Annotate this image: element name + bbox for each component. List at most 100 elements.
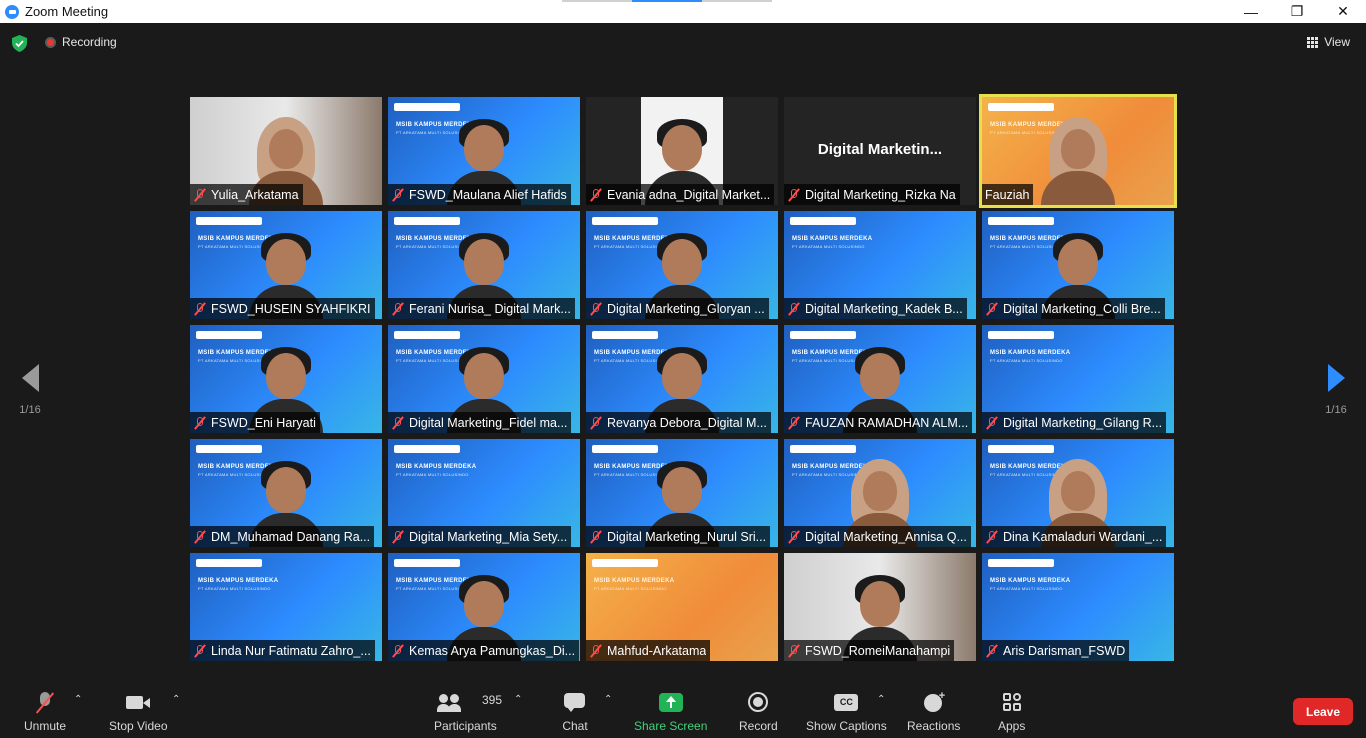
sponsor-logos-banner (592, 445, 658, 453)
participant-name: Digital Marketing_Rizka Na (805, 187, 956, 202)
participant-name-tag: Fauziah (982, 184, 1034, 205)
participant-name: FSWD_Eni Haryati (211, 415, 316, 430)
participant-name-tag: Digital Marketing_Annisa Q... (784, 526, 971, 547)
share-screen-button[interactable]: Share Screen (634, 692, 707, 733)
participant-video-tile[interactable]: MSIB KAMPUS MERDEKA PT ARKATAMA MULTI SOL… (784, 325, 976, 433)
chat-options-chevron-icon[interactable]: ⌃ (604, 694, 612, 705)
view-button[interactable]: View (1307, 35, 1350, 49)
participant-video-tile[interactable]: MSIB KAMPUS MERDEKA PT ARKATAMA MULTI SOL… (982, 439, 1174, 547)
reactions-smiley-icon: + (921, 690, 947, 714)
participant-name: Yulia_Arkatama (211, 187, 299, 202)
sponsor-logos-banner (394, 331, 460, 339)
participant-video-tile[interactable]: MSIB KAMPUS MERDEKA PT ARKATAMA MULTI SOL… (388, 325, 580, 433)
window-title: Zoom Meeting (25, 4, 109, 19)
participant-name: Digital Marketing_Fidel ma... (409, 415, 568, 430)
participant-video-tile[interactable]: MSIB KAMPUS MERDEKA PT ARKATAMA MULTI SOL… (586, 553, 778, 661)
participant-video-tile[interactable]: MSIB KAMPUS MERDEKA PT ARKATAMA MULTI SOL… (982, 553, 1174, 661)
muted-microphone-icon (391, 301, 405, 316)
background-subtitle: PT ARKATAMA MULTI SOLUSINDO (990, 358, 1063, 363)
sponsor-logos-banner (988, 559, 1054, 567)
right-arrow-icon (1327, 364, 1345, 392)
reactions-label: Reactions (907, 719, 961, 733)
participant-name: FSWD_HUSEIN SYAHFIKRI (211, 301, 371, 316)
virtual-background-text: MSIB KAMPUS MERDEKA PT ARKATAMA MULTI SOL… (990, 349, 1070, 365)
participant-video-tile[interactable]: MSIB KAMPUS MERDEKA PT ARKATAMA MULTI SOL… (388, 553, 580, 661)
participant-name: Digital Marketing_Colli Bre... (1003, 301, 1161, 316)
show-captions-button[interactable]: CC Show Captions (806, 692, 887, 733)
muted-microphone-icon (589, 643, 603, 658)
participant-video-tile[interactable]: MSIB KAMPUS MERDEKA PT ARKATAMA MULTI SOL… (586, 325, 778, 433)
participant-video-tile[interactable]: Evania adna_Digital Market... (586, 97, 778, 205)
grid-view-icon (1307, 36, 1319, 48)
participant-video-tile[interactable]: FSWD_RomeiManahampi (784, 553, 976, 661)
participant-video-tile[interactable]: Digital Marketin... Digital Marketing_Riz… (784, 97, 976, 205)
participant-name: Digital Marketing_Annisa Q... (805, 529, 967, 544)
sponsor-logos-banner (196, 217, 262, 225)
recording-indicator[interactable]: Recording (45, 35, 117, 49)
participant-video-tile[interactable]: MSIB KAMPUS MERDEKA PT ARKATAMA MULTI SOL… (388, 211, 580, 319)
participant-video-tile[interactable]: MSIB KAMPUS MERDEKA PT ARKATAMA MULTI SOL… (190, 325, 382, 433)
captions-options-chevron-icon[interactable]: ⌃ (877, 694, 885, 705)
participant-name-tag: Digital Marketing_Rizka Na (784, 184, 960, 205)
participant-name-tag: Digital Marketing_Nurul Sri... (586, 526, 771, 547)
muted-microphone-icon (787, 301, 801, 316)
participant-name: Fauziah (985, 187, 1030, 202)
background-title: MSIB KAMPUS MERDEKA (990, 578, 1071, 584)
share-screen-icon (658, 692, 684, 714)
record-button[interactable]: Record (739, 692, 778, 733)
video-options-chevron-icon[interactable]: ⌃ (172, 694, 180, 705)
participant-name: DM_Muhamad Danang Ra... (211, 529, 371, 544)
participant-name: Revanya Debora_Digital M... (607, 415, 767, 430)
stop-video-label: Stop Video (109, 719, 168, 733)
apps-button[interactable]: Apps (998, 692, 1025, 733)
participant-name-tag: FSWD_Maulana Alief Hafids (388, 184, 571, 205)
previous-page-button[interactable]: 1/16 (10, 364, 50, 416)
unmute-button[interactable]: Unmute (24, 692, 66, 733)
participant-name-tag: DM_Muhamad Danang Ra... (190, 526, 375, 547)
maximize-button[interactable]: ❐ (1274, 0, 1320, 23)
participant-video-tile[interactable]: MSIB KAMPUS MERDEKA PT ARKATAMA MULTI SOL… (190, 553, 382, 661)
participant-name: Evania adna_Digital Market... (607, 187, 771, 202)
participant-center-name: Digital Marketin... (817, 141, 943, 158)
participant-name-tag: Aris Darisman_FSWD (982, 640, 1130, 661)
video-camera-icon (125, 692, 151, 714)
sponsor-logos-banner (592, 331, 658, 339)
participant-video-tile[interactable]: MSIB KAMPUS MERDEKA PT ARKATAMA MULTI SOL… (982, 211, 1174, 319)
participant-video-tile[interactable]: MSIB KAMPUS MERDEKA PT ARKATAMA MULTI SOL… (979, 94, 1177, 208)
show-captions-label: Show Captions (806, 719, 887, 733)
participant-video-tile[interactable]: MSIB KAMPUS MERDEKA PT ARKATAMA MULTI SOL… (190, 439, 382, 547)
participant-video-feed (1041, 113, 1115, 205)
participant-video-tile[interactable]: MSIB KAMPUS MERDEKA PT ARKATAMA MULTI SOL… (586, 211, 778, 319)
participant-video-tile[interactable]: MSIB KAMPUS MERDEKA PT ARKATAMA MULTI SOL… (388, 97, 580, 205)
page-indicator-right: 1/16 (1325, 404, 1347, 416)
participant-name-tag: Evania adna_Digital Market... (586, 184, 775, 205)
participants-icon (437, 692, 463, 714)
participant-video-tile[interactable]: MSIB KAMPUS MERDEKA PT ARKATAMA MULTI SOL… (784, 439, 976, 547)
sponsor-logos-banner (394, 103, 460, 111)
sponsor-logos-banner (790, 445, 856, 453)
participant-name: Digital Marketing_Gilang R... (1003, 415, 1163, 430)
audio-options-chevron-icon[interactable]: ⌃ (74, 694, 82, 705)
next-page-button[interactable]: 1/16 (1316, 364, 1356, 416)
muted-microphone-icon (391, 529, 405, 544)
sponsor-logos-banner (394, 559, 460, 567)
window-controls: — ❐ ✕ (1228, 0, 1366, 23)
reactions-button[interactable]: + Reactions (907, 690, 961, 733)
close-button[interactable]: ✕ (1320, 0, 1366, 23)
participant-video-tile[interactable]: MSIB KAMPUS MERDEKA PT ARKATAMA MULTI SOL… (784, 211, 976, 319)
leave-meeting-button[interactable]: Leave (1293, 698, 1353, 725)
participants-options-chevron-icon[interactable]: ⌃ (514, 694, 522, 705)
security-shield-icon[interactable] (12, 35, 27, 52)
participant-video-tile[interactable]: MSIB KAMPUS MERDEKA PT ARKATAMA MULTI SOL… (388, 439, 580, 547)
meeting-toolbar: Unmute ⌃ Stop Video ⌃ Participants 395 ⌃… (0, 680, 1366, 738)
microphone-muted-icon (32, 692, 58, 714)
chat-button[interactable]: Chat (562, 692, 588, 733)
minimize-button[interactable]: — (1228, 0, 1274, 23)
participant-video-tile[interactable]: MSIB KAMPUS MERDEKA PT ARKATAMA MULTI SOL… (190, 211, 382, 319)
sponsor-logos-banner (988, 217, 1054, 225)
participant-video-tile[interactable]: MSIB KAMPUS MERDEKA PT ARKATAMA MULTI SOL… (982, 325, 1174, 433)
participant-video-tile[interactable]: MSIB KAMPUS MERDEKA PT ARKATAMA MULTI SOL… (586, 439, 778, 547)
stop-video-button[interactable]: Stop Video (109, 692, 168, 733)
participant-video-tile[interactable]: Yulia_Arkatama (190, 97, 382, 205)
muted-microphone-icon (787, 187, 801, 202)
